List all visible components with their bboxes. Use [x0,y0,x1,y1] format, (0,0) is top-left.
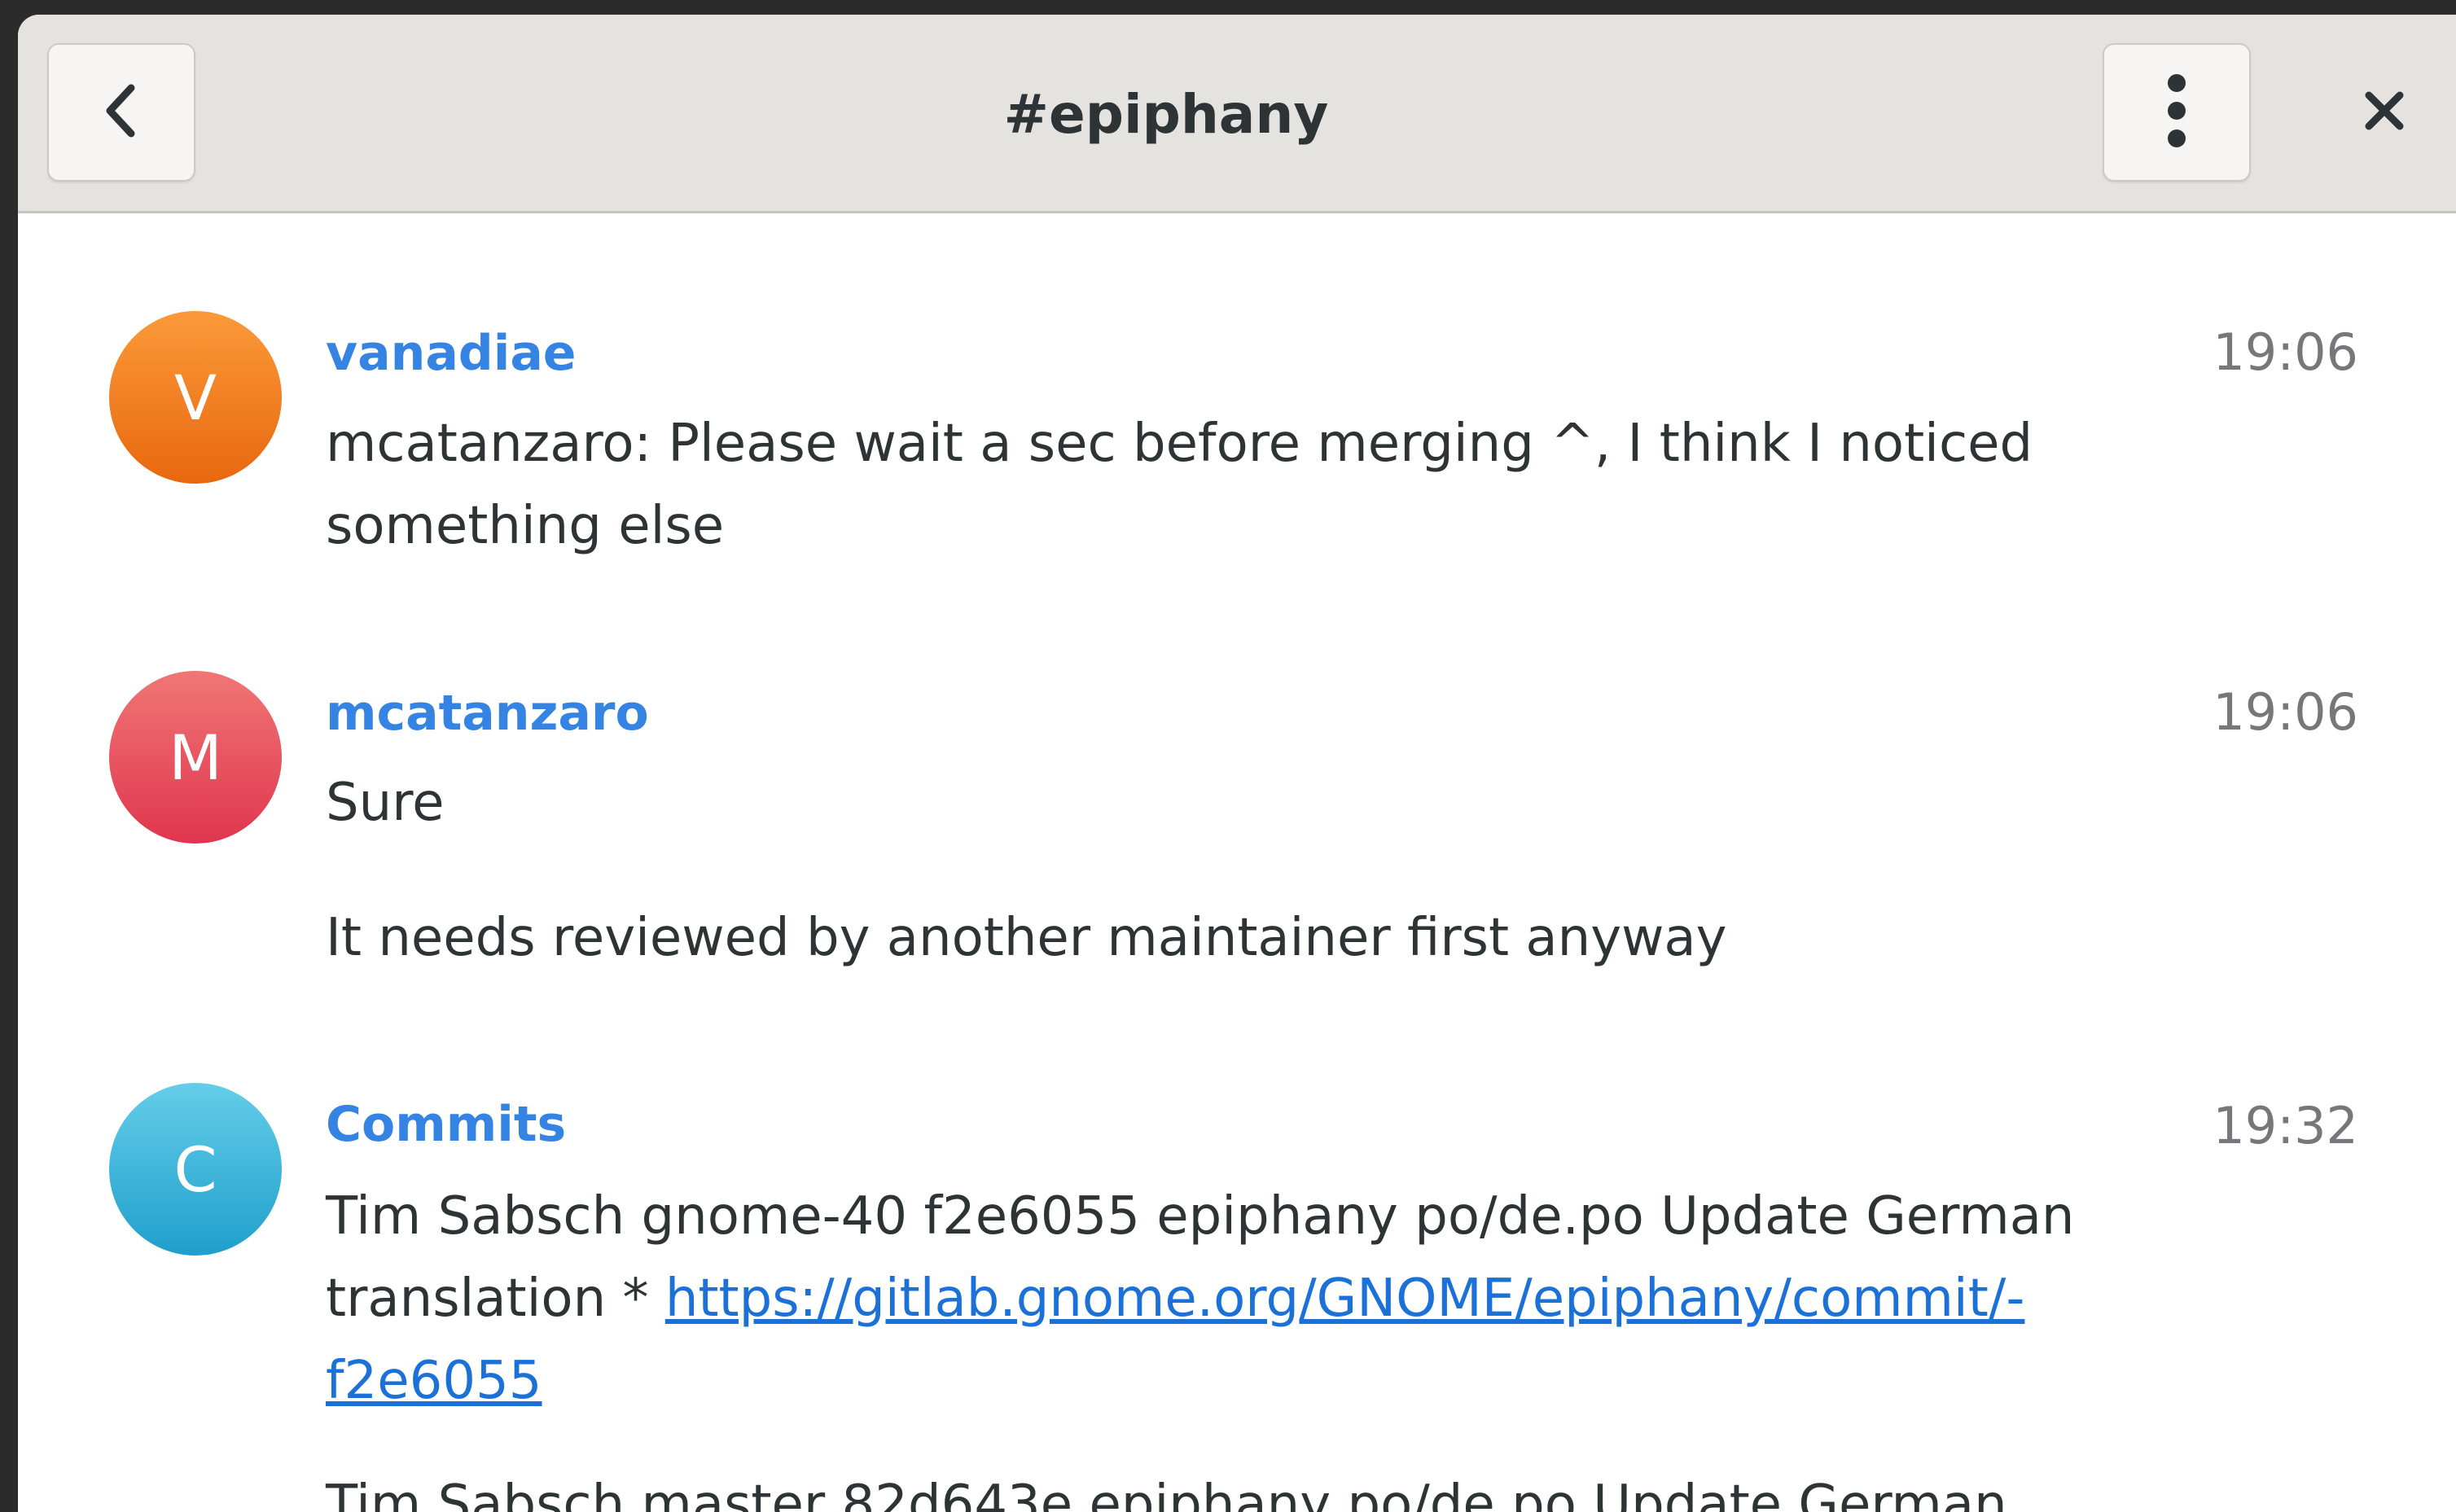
message-time: 19:32 [2213,1096,2358,1155]
header-bar: #epiphany [18,15,2456,213]
room-title: #epiphany [1003,82,1329,146]
avatar[interactable]: M [109,671,282,844]
chat-window: #epiphany V vanadiae 19:06 mcatanzaro: P… [18,15,2456,1512]
message-list[interactable]: V vanadiae 19:06 mcatanzaro: Please wait… [18,213,2456,1512]
message-body: It needs reviewed by another maintainer … [326,908,1727,968]
message-time: 19:06 [2213,322,2358,382]
message-body: mcatanzaro: Please wait a sec before mer… [326,414,2033,556]
message-time: 19:06 [2213,682,2358,742]
close-icon [2364,90,2405,134]
sender-name[interactable]: Commits [326,1096,566,1153]
vertical-dots-icon [2164,72,2189,153]
sender-name[interactable]: mcatanzaro [326,685,649,742]
message-body: Tim Sabsch gnome-40 f2e6055 epiphany po/… [326,1176,2231,1422]
sender-name[interactable]: vanadiae [326,325,577,382]
close-button[interactable] [2337,65,2432,160]
avatar[interactable]: V [109,311,282,484]
message-body: Sure [326,773,445,833]
avatar[interactable]: C [109,1083,282,1256]
room-menu-button[interactable] [2103,43,2251,182]
message-body: Tim Sabsch master 82d643e epiphany po/de… [326,1475,2007,1512]
